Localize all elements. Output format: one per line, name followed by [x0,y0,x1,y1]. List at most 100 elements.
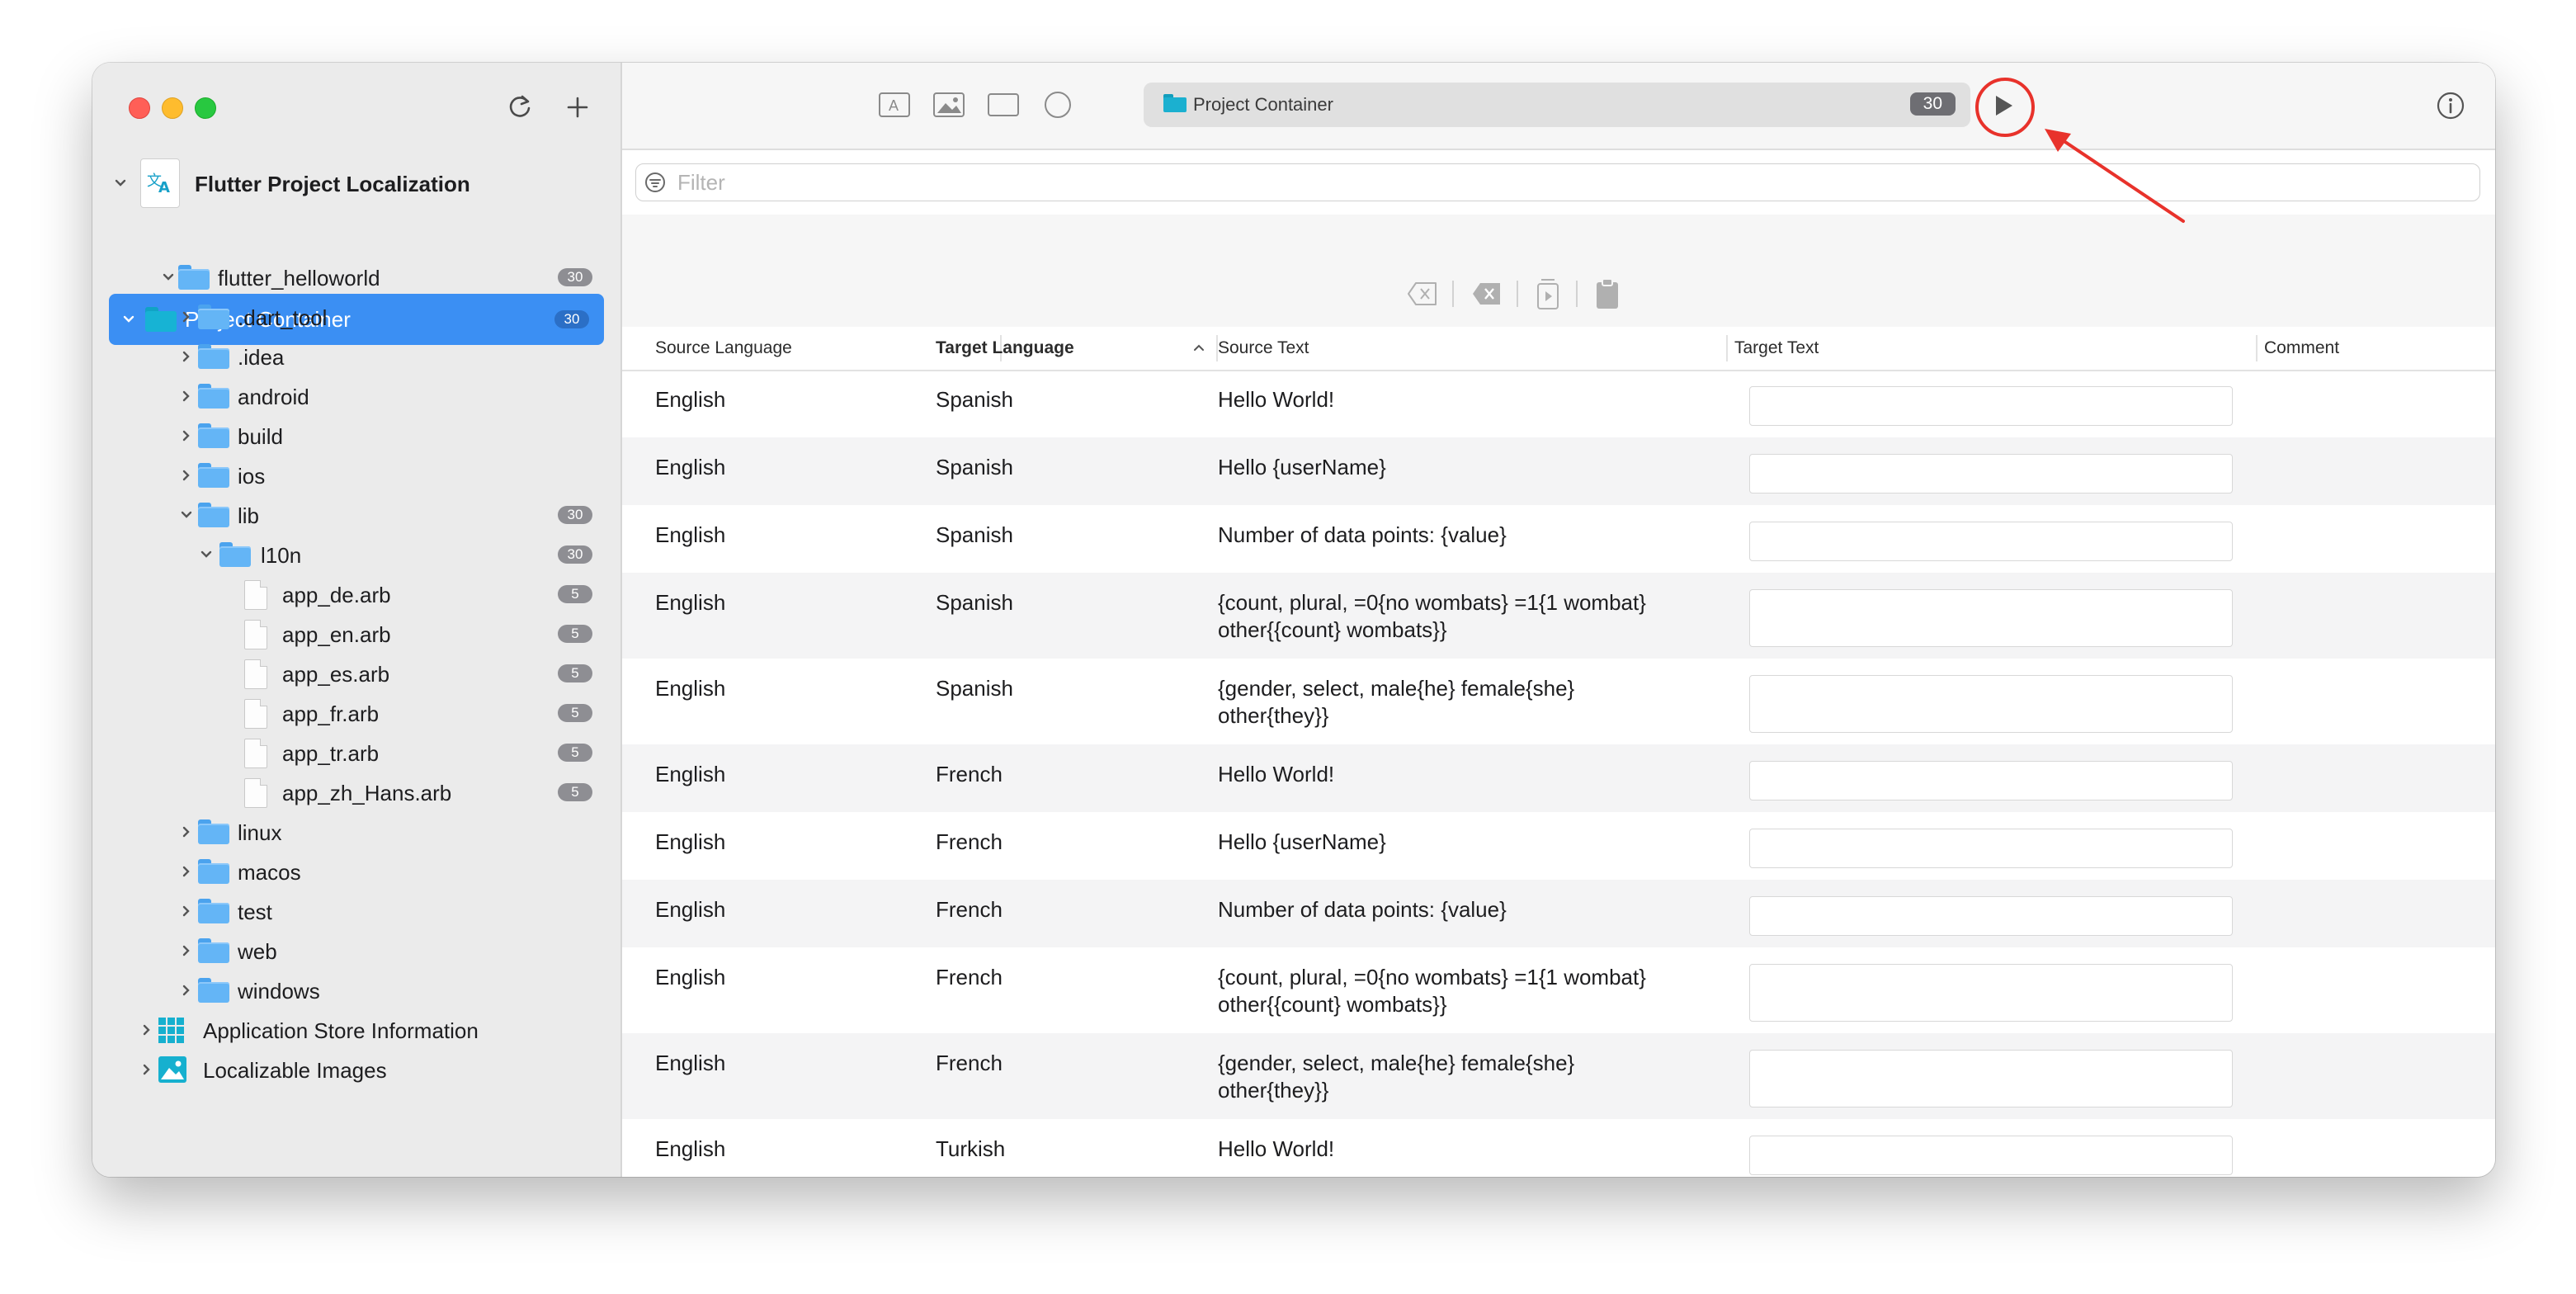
table-row[interactable]: English French {gender, select, male{he} f… [622,1033,2495,1119]
circle-button[interactable] [1041,91,1074,119]
tree-item-app-es[interactable]: app_es.arb 5 [92,654,620,693]
table-row[interactable]: English French Hello {userName} [622,812,2495,880]
table-row[interactable]: English Spanish {count, plural, =0{no womb… [622,573,2495,659]
source-text-line: {gender, select, male{he} female{she} [1218,1051,1575,1075]
target-language-cell: Spanish [936,455,1013,479]
source-language-cell: English [655,522,726,547]
source-text-line: other{they}} [1218,703,1329,728]
chevron-right-icon[interactable] [139,1061,155,1078]
target-language-cell: French [936,762,1003,786]
count-badge: 5 [558,585,592,603]
minimize-window-button[interactable] [162,97,183,119]
column-header-source-language[interactable]: Source Language [637,327,918,370]
tree-item-macos[interactable]: macos [92,852,620,891]
table-row[interactable]: English Spanish {gender, select, male{he} … [622,659,2495,744]
action-bar [622,215,2495,327]
count-badge: 5 [558,704,592,722]
clipboard-button[interactable] [1591,277,1624,310]
target-text-field[interactable] [1749,896,2233,936]
source-text-cell: Hello {userName} [1218,829,1386,856]
chevron-down-icon[interactable] [112,175,129,191]
target-text-field[interactable] [1749,386,2233,426]
tree-item-app-zh-hans[interactable]: app_zh_Hans.arb 5 [92,772,620,812]
target-text-field[interactable] [1749,522,2233,561]
rectangle-button[interactable] [987,91,1020,119]
tree-item-app-store-info[interactable]: Application Store Information [92,1010,620,1050]
refresh-button[interactable] [498,86,541,129]
tree-item-ios[interactable]: ios [92,456,620,495]
tree-item-label: l10n [261,543,302,568]
tree-item-build[interactable]: build [92,416,620,456]
folder-icon [219,542,251,567]
tree-item-app-tr[interactable]: app_tr.arb 5 [92,733,620,772]
tree-item-flutter-helloworld[interactable]: flutter_helloworld 30 [92,257,620,297]
target-language-cell: Spanish [936,590,1013,615]
tree-item-windows[interactable]: windows [92,970,620,1010]
tree-item-app-fr[interactable]: app_fr.arb 5 [92,693,620,733]
column-header-target-text[interactable]: Target Text [1716,327,2211,370]
table-row[interactable]: English Spanish Number of data points: {va… [622,505,2495,573]
chevron-right-icon[interactable] [178,863,195,880]
chevron-right-icon[interactable] [178,942,195,959]
clear-button[interactable] [1406,277,1439,310]
target-text-field[interactable] [1749,829,2233,868]
table-row[interactable]: English Spanish Hello {userName} [622,437,2495,505]
chevron-down-icon[interactable] [178,507,195,523]
table-row[interactable]: English French {count, plural, =0{no womba… [622,947,2495,1033]
chevron-right-icon[interactable] [139,1022,155,1038]
image-resource-button[interactable] [932,91,965,119]
table-row[interactable]: English Spanish Hello World! [622,370,2495,437]
tree-item-l10n[interactable]: l10n 30 [92,535,620,574]
tree-project-root[interactable]: 文A Flutter Project Localization [92,158,620,208]
column-header-source-text[interactable]: Source Text [1200,327,1695,370]
tree-item-app-de[interactable]: app_de.arb 5 [92,574,620,614]
preview-button[interactable] [1531,277,1564,310]
chevron-right-icon[interactable] [178,388,195,404]
add-button[interactable] [556,86,599,129]
filter-input[interactable] [676,168,2461,197]
tree-item-label: Localizable Images [203,1058,387,1083]
chevron-right-icon[interactable] [178,903,195,919]
target-language-cell: Spanish [936,676,1013,701]
column-header-comment[interactable]: Comment [2246,327,2493,370]
source-text-cell: Hello World! [1218,761,1334,788]
tree-item-idea[interactable]: .idea [92,337,620,376]
target-text-field[interactable] [1749,761,2233,800]
text-resource-button[interactable]: A [878,91,911,119]
tree-item-app-en[interactable]: app_en.arb 5 [92,614,620,654]
table-row[interactable]: English French Number of data points: {val… [622,880,2495,947]
chevron-right-icon[interactable] [178,427,195,444]
folder-icon [198,899,229,923]
target-text-field[interactable] [1749,454,2233,494]
chevron-right-icon[interactable] [178,309,195,325]
table-row[interactable]: English Turkish Hello World! [622,1119,2495,1177]
chevron-down-icon[interactable] [198,546,215,563]
source-text-line: Number of data points: {value} [1218,522,1507,547]
chevron-right-icon[interactable] [178,982,195,999]
tree-item-test[interactable]: test [92,891,620,931]
close-window-button[interactable] [129,97,150,119]
source-text-cell: {count, plural, =0{no wombats} =1{1 womb… [1218,964,1646,1018]
tree-item-android[interactable]: android [92,376,620,416]
target-text-field[interactable] [1749,1136,2233,1175]
tree-item-dart-tool[interactable]: .dart_tool [92,297,620,337]
table-row[interactable]: English French Hello World! [622,744,2495,812]
zoom-window-button[interactable] [195,97,216,119]
info-button[interactable] [2436,91,2465,120]
target-text-field[interactable] [1749,1050,2233,1107]
chevron-right-icon[interactable] [178,467,195,484]
chevron-down-icon[interactable] [160,269,177,286]
tree-item-linux[interactable]: linux [92,812,620,852]
folder-icon [198,978,229,1003]
column-header-target-language[interactable]: Target Language [918,327,1198,370]
delete-button[interactable] [1470,277,1503,310]
target-text-field[interactable] [1749,675,2233,733]
tree-item-lib[interactable]: lib 30 [92,495,620,535]
file-icon [244,699,267,729]
chevron-right-icon[interactable] [178,348,195,365]
target-text-field[interactable] [1749,964,2233,1022]
tree-item-localizable-images[interactable]: Localizable Images [92,1050,620,1089]
target-text-field[interactable] [1749,589,2233,647]
chevron-right-icon[interactable] [178,824,195,840]
tree-item-web[interactable]: web [92,931,620,970]
